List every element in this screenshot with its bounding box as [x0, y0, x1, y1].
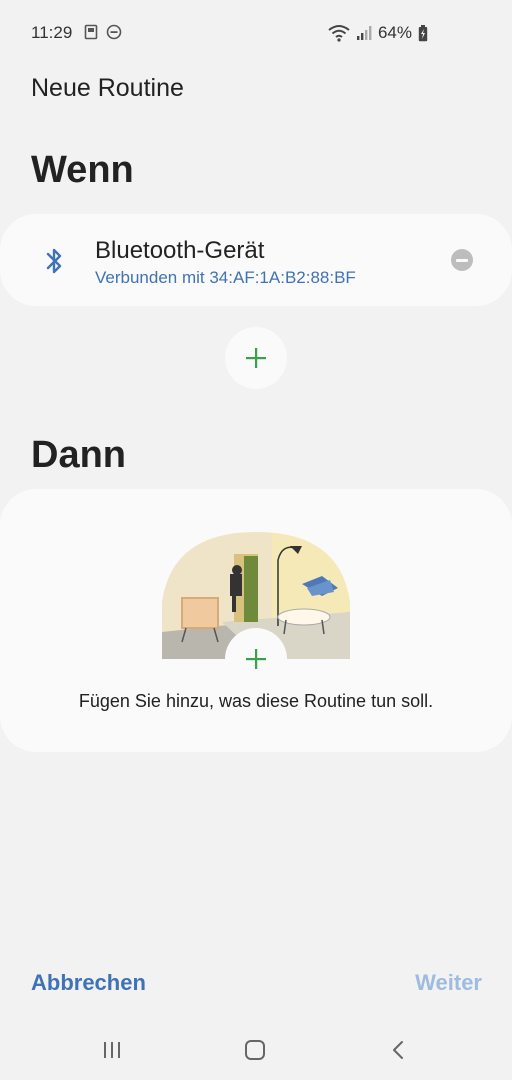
do-not-disturb-icon — [106, 24, 122, 40]
next-button[interactable]: Weiter — [415, 970, 482, 996]
home-icon[interactable] — [243, 1038, 267, 1062]
remove-condition-button[interactable] — [451, 249, 473, 271]
wifi-icon — [328, 25, 350, 42]
navigation-bar — [0, 1018, 512, 1080]
sd-card-icon — [84, 24, 98, 40]
if-section-title: Wenn — [31, 149, 134, 191]
condition-title: Bluetooth-Gerät — [95, 237, 265, 264]
bluetooth-icon — [46, 248, 62, 274]
recent-apps-icon[interactable] — [100, 1038, 124, 1062]
status-time: 11:29 — [31, 23, 73, 42]
status-right-group: 64% — [328, 22, 428, 44]
action-card: Fügen Sie hinzu, was diese Routine tun s… — [0, 489, 512, 752]
battery-percent: 64% — [377, 23, 412, 42]
plus-icon — [246, 649, 266, 669]
then-section-title: Dann — [31, 434, 126, 476]
status-bar: 11:29 64% — [0, 0, 512, 66]
condition-card-bluetooth[interactable]: Bluetooth-Gerät Verbunden mit 34:AF:1A:B… — [0, 214, 512, 306]
back-icon[interactable] — [387, 1038, 411, 1062]
action-hint-text: Fügen Sie hinzu, was diese Routine tun s… — [78, 691, 434, 711]
add-condition-button[interactable] — [225, 327, 287, 389]
condition-subtitle: Verbunden mit 34:AF:1A:B2:88:BF — [95, 268, 356, 287]
cancel-button[interactable]: Abbrechen — [31, 970, 146, 996]
add-action-button[interactable] — [225, 628, 287, 690]
plus-icon — [246, 348, 266, 368]
signal-icon — [356, 26, 372, 40]
page-title: Neue Routine — [31, 74, 184, 102]
battery-charging-icon — [418, 24, 428, 41]
